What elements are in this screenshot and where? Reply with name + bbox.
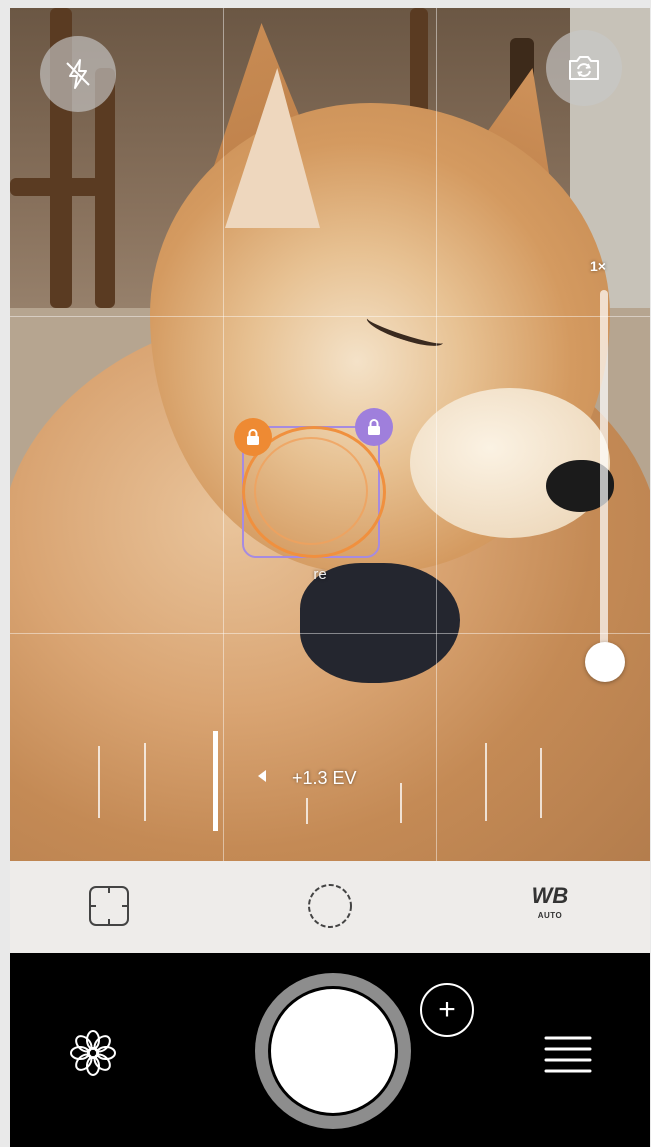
switch-camera-button[interactable] xyxy=(546,30,622,106)
exposure-tick xyxy=(540,748,542,818)
exposure-arrow-icon xyxy=(258,770,266,782)
add-button[interactable]: + xyxy=(420,983,474,1037)
grid-line xyxy=(223,8,224,861)
flash-off-icon xyxy=(66,59,90,89)
shutter-button[interactable] xyxy=(271,989,395,1113)
zoom-track[interactable] xyxy=(600,290,608,662)
zoom-label: 1× xyxy=(590,258,606,274)
menu-icon xyxy=(544,1036,592,1073)
exposure-value: +1.3 EV xyxy=(292,768,357,788)
mode-bar: WB AUTO xyxy=(10,861,650,953)
exposure-tick xyxy=(144,743,146,821)
white-balance-button[interactable]: WB AUTO xyxy=(520,881,580,931)
grid-line xyxy=(436,8,437,861)
flash-button[interactable] xyxy=(40,36,116,112)
viewfinder[interactable]: 1× re +1.3 EV xyxy=(10,8,650,861)
camera-app: 1× re +1.3 EV WB AUTO + xyxy=(10,8,650,1147)
focus-caption: re xyxy=(313,566,327,583)
lock-icon xyxy=(247,429,259,445)
grid-line xyxy=(10,633,650,634)
bottom-bar: + xyxy=(10,953,650,1147)
menu-button[interactable] xyxy=(540,1033,596,1077)
focus-frame-icon xyxy=(89,886,129,926)
exposure-tick xyxy=(400,783,402,823)
exposure-tick xyxy=(485,743,487,821)
chair-rail xyxy=(10,178,100,196)
wb-label: WB AUTO xyxy=(531,883,569,926)
focus-reticle-inner xyxy=(254,437,368,545)
exposure-indicator[interactable] xyxy=(213,731,218,831)
exposure-lock-button[interactable] xyxy=(355,408,393,446)
settings-button[interactable] xyxy=(65,1025,121,1081)
focus-mode-button[interactable] xyxy=(84,881,134,931)
switch-camera-icon xyxy=(569,56,599,80)
focus-lock-button[interactable] xyxy=(234,418,272,456)
zoom-thumb[interactable] xyxy=(585,642,625,682)
grid-line xyxy=(10,316,650,317)
exposure-dial-icon xyxy=(308,884,352,928)
flower-settings-icon xyxy=(70,1030,116,1076)
wb-text: WB xyxy=(531,883,569,908)
exposure-tick xyxy=(98,746,100,818)
exposure-tick xyxy=(306,798,308,824)
lock-icon xyxy=(368,419,380,435)
wb-sub-label: AUTO xyxy=(537,911,563,920)
exposure-mode-button[interactable] xyxy=(305,881,355,931)
